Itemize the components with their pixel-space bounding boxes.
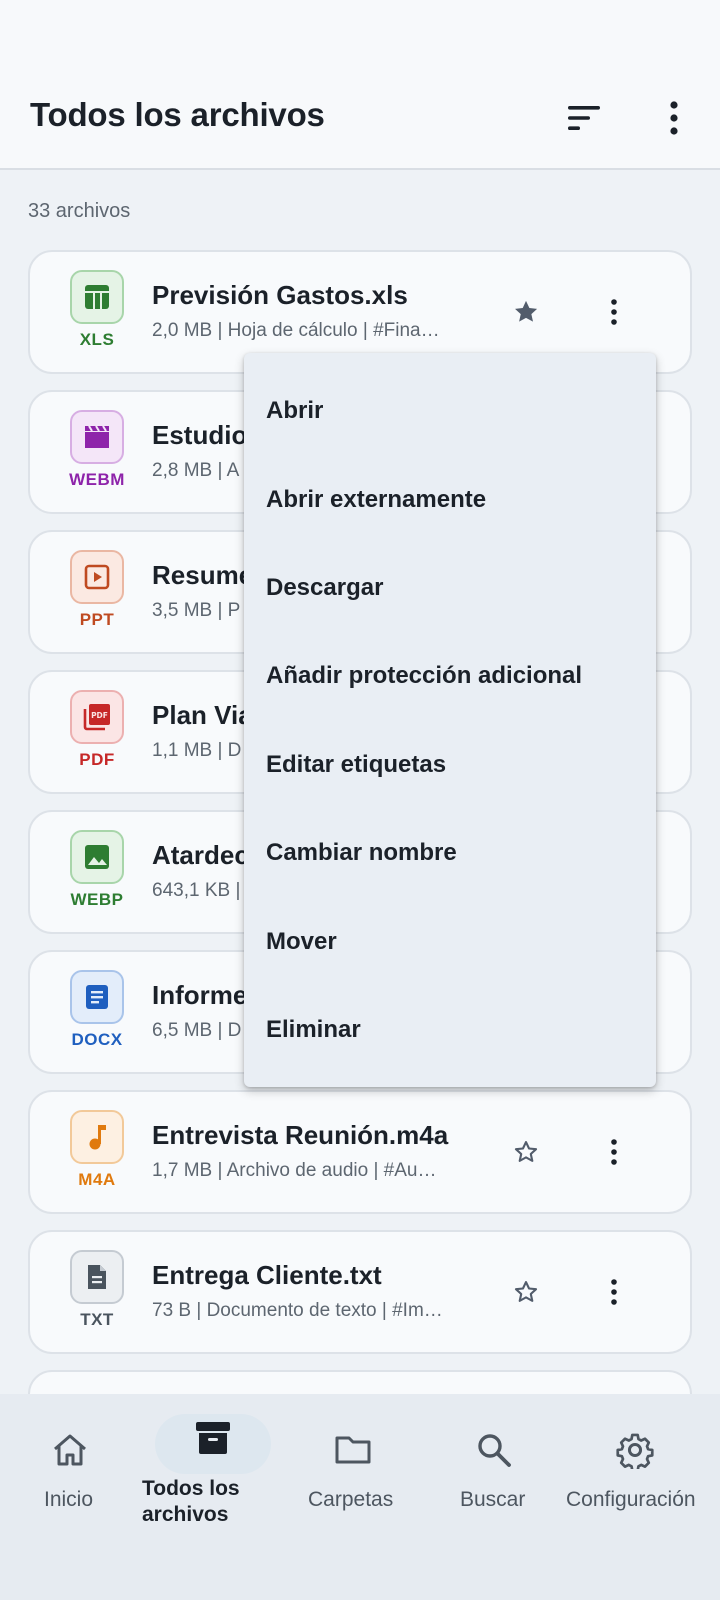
nav-label: Buscar [460, 1488, 526, 1511]
menu-item-rename[interactable]: Cambiar nombre [244, 809, 656, 897]
menu-item-open[interactable]: Abrir [244, 367, 656, 455]
folder-icon [333, 1430, 373, 1470]
nav-label-text: Todos los archivos [142, 1477, 240, 1526]
nav-label: Configuración [566, 1488, 696, 1511]
star-button[interactable] [510, 1276, 542, 1308]
more-vert-icon [611, 299, 617, 325]
file-options-button[interactable] [598, 292, 630, 332]
star-outline-icon [514, 1281, 538, 1302]
file-name: Plan Via [152, 700, 253, 730]
file-count: 33 archivos [28, 200, 131, 222]
file-type-label: DOCX [71, 1030, 123, 1049]
file-name: Informe [152, 980, 248, 1010]
text-file-icon [70, 1250, 124, 1304]
file-name: Previsión Gastos.xls [152, 280, 408, 310]
table-icon [70, 270, 124, 324]
bottom-navigation: Inicio Todos los archivos Carpetas Busca… [0, 1394, 720, 1600]
file-options-button[interactable] [598, 1272, 630, 1312]
pdf-icon: PDF [70, 690, 124, 744]
movie-icon [70, 410, 124, 464]
more-options-button[interactable] [652, 96, 696, 140]
file-name: Entrega Cliente.txt [152, 1260, 382, 1290]
music-note-icon [70, 1110, 124, 1164]
star-filled-icon [515, 300, 538, 322]
file-name: Estudio [152, 420, 248, 450]
menu-item-download[interactable]: Descargar [244, 544, 656, 632]
home-icon [50, 1430, 90, 1470]
file-type-label: WEBP [70, 890, 124, 909]
file-card[interactable]: M4A Entrevista Reunión.m4a 1,7 MB | Arch… [28, 1090, 692, 1214]
star-outline-icon [514, 1141, 538, 1162]
archive-icon [193, 1418, 233, 1458]
document-icon [70, 970, 124, 1024]
file-options-button[interactable] [598, 1132, 630, 1172]
file-type-label: WEBM [69, 470, 125, 489]
file-name: Resume [152, 560, 254, 590]
more-vert-icon [611, 1279, 617, 1305]
nav-label: Inicio [44, 1488, 94, 1511]
more-vert-icon [611, 1139, 617, 1165]
menu-item-add-protection[interactable]: Añadir protección adicional [244, 632, 656, 720]
search-icon [474, 1430, 514, 1470]
slideshow-icon [70, 550, 124, 604]
app-header: Todos los archivos [0, 0, 720, 170]
file-meta: 1,7 MB | Archivo de audio | #Au… [152, 1160, 437, 1181]
file-name: Atardec [152, 840, 249, 870]
settings-icon [615, 1430, 655, 1470]
file-type-label: TXT [80, 1310, 114, 1329]
nav-label: Todos los archivos [142, 1476, 262, 1528]
menu-item-open-externally[interactable]: Abrir externamente [244, 455, 656, 543]
star-button[interactable] [510, 296, 542, 328]
file-card[interactable]: TXT Entrega Cliente.txt 73 B | Documento… [28, 1230, 692, 1354]
file-meta: 2,0 MB | Hoja de cálculo | #Fina… [152, 320, 440, 341]
file-type-label: PPT [79, 610, 115, 629]
sort-button[interactable] [562, 96, 606, 140]
file-type-label: XLS [79, 330, 115, 349]
file-meta: 73 B | Documento de texto | #Im… [152, 1300, 443, 1321]
file-context-menu: Abrir Abrir externamente Descargar Añadi… [244, 353, 656, 1087]
image-icon [70, 830, 124, 884]
page-title: Todos los archivos [30, 96, 325, 133]
menu-item-edit-tags[interactable]: Editar etiquetas [244, 721, 656, 809]
svg-text:PDF: PDF [91, 711, 108, 720]
menu-item-move[interactable]: Mover [244, 897, 656, 985]
file-type-label: PDF [79, 750, 115, 769]
nav-label: Carpetas [308, 1488, 394, 1511]
sort-icon [568, 106, 600, 130]
file-name: Entrevista Reunión.m4a [152, 1120, 449, 1150]
menu-item-delete[interactable]: Eliminar [244, 986, 656, 1074]
more-vert-icon [670, 101, 678, 135]
star-button[interactable] [510, 1136, 542, 1168]
file-type-label: M4A [78, 1170, 116, 1189]
